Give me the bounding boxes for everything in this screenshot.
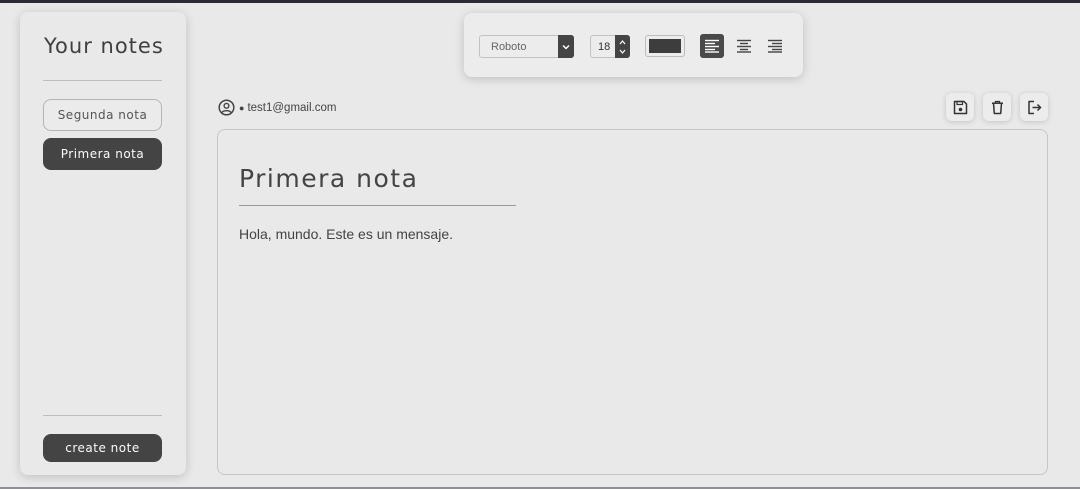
align-right-button[interactable] — [763, 34, 787, 58]
font-size-value: 18 — [598, 40, 611, 53]
save-icon — [953, 100, 967, 114]
title-underline — [239, 205, 516, 206]
note-item-primera-nota[interactable]: Primera nota — [43, 138, 162, 170]
window-top-border — [0, 0, 1080, 3]
align-left-button[interactable] — [700, 34, 724, 58]
align-center-button[interactable] — [732, 34, 756, 58]
logout-icon — [1027, 100, 1042, 114]
create-note-button[interactable]: create note — [43, 434, 162, 462]
note-title[interactable]: Primera nota — [239, 164, 418, 193]
align-right-icon — [768, 39, 782, 53]
font-size-input[interactable]: 18 — [590, 35, 630, 58]
sidebar-title: Your notes — [44, 34, 164, 58]
trash-icon — [991, 100, 1003, 114]
logout-button[interactable] — [1020, 93, 1048, 121]
font-family-value: Roboto — [491, 40, 527, 53]
align-left-icon — [705, 39, 719, 53]
separator-dot: ● — [239, 102, 245, 113]
user-email: test1@gmail.com — [247, 101, 337, 114]
sidebar-divider-bottom — [43, 415, 162, 416]
delete-button[interactable] — [983, 93, 1011, 121]
notes-sidebar: Your notes Segunda nota Primera nota cre… — [20, 12, 186, 475]
font-size-stepper[interactable] — [615, 35, 630, 58]
note-item-segunda-nota[interactable]: Segunda nota — [43, 99, 162, 131]
text-color-picker[interactable] — [645, 35, 685, 57]
note-body[interactable]: Hola, mundo. Este es un mensaje. — [239, 226, 453, 242]
save-button[interactable] — [946, 93, 974, 121]
align-center-icon — [737, 39, 751, 53]
sidebar-divider-top — [43, 80, 162, 81]
user-info: ● test1@gmail.com — [218, 99, 336, 116]
user-circle-icon — [218, 99, 235, 116]
format-toolbar: Roboto 18 — [464, 13, 803, 77]
color-swatch-fill — [649, 39, 681, 53]
note-editor[interactable]: Primera nota Hola, mundo. Este es un men… — [217, 129, 1048, 475]
chevron-down-icon — [558, 35, 574, 58]
font-family-select[interactable]: Roboto — [479, 35, 574, 58]
